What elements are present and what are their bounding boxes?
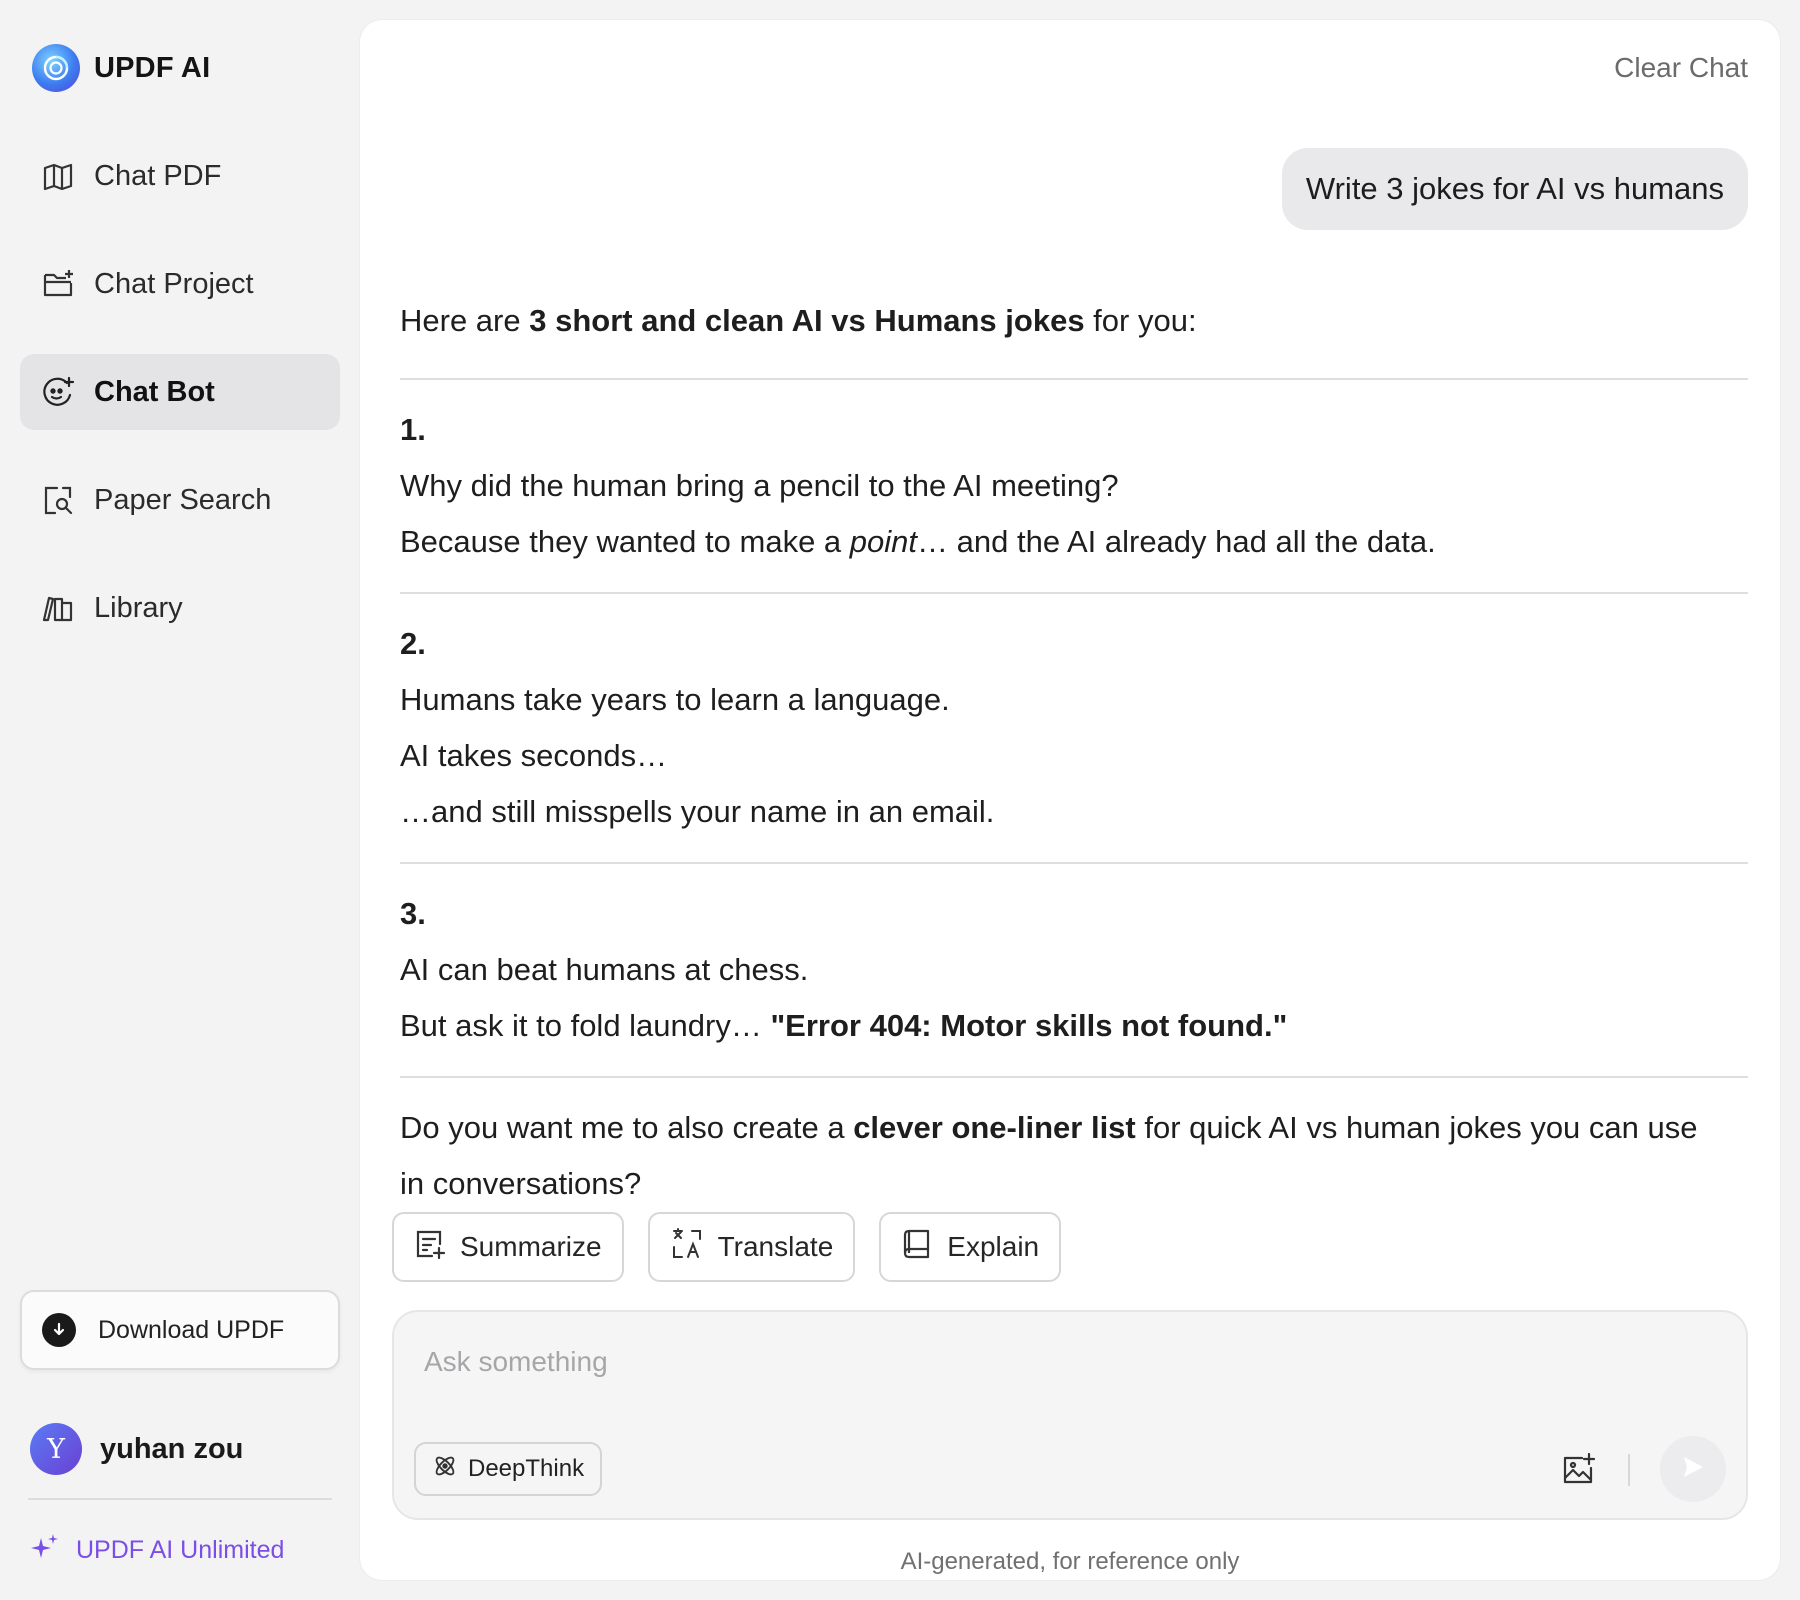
bot-icon [40, 374, 76, 410]
sidebar-item-label: Chat PDF [94, 159, 222, 192]
sidebar-item-label: Library [94, 591, 183, 624]
clear-chat-button[interactable]: Clear Chat [1614, 52, 1748, 84]
user-name: yuhan zou [100, 1432, 244, 1465]
sidebar-item-chat-pdf[interactable]: Chat PDF [20, 138, 340, 214]
joke-number: 1. [400, 412, 426, 447]
sidebar-item-label: Paper Search [94, 483, 272, 516]
summarize-button[interactable]: Summarize [392, 1212, 624, 1282]
joke-number: 2. [400, 626, 426, 661]
sidebar-divider [28, 1498, 332, 1500]
sidebar-item-chat-project[interactable]: Chat Project [20, 246, 340, 322]
download-updf-button[interactable]: Download UPDF [20, 1290, 340, 1370]
joke-2: 2. Humans take years to learn a language… [400, 616, 1748, 840]
ai-answer: Here are 3 short and clean AI vs Humans … [400, 300, 1748, 1212]
deepthink-label: DeepThink [468, 1455, 585, 1482]
ask-input[interactable] [424, 1342, 1624, 1382]
joke-line: Why did the human bring a pencil to the … [400, 468, 1119, 503]
upgrade-unlimited-link[interactable]: UPDF AI Unlimited [30, 1532, 284, 1569]
answer-divider [400, 592, 1748, 594]
user-message-bubble: Write 3 jokes for AI vs humans [1281, 148, 1748, 230]
sparkle-icon [30, 1532, 60, 1569]
user-message-text: Write 3 jokes for AI vs humans [1305, 171, 1724, 206]
avatar: Y [30, 1423, 82, 1475]
translate-label: Translate [717, 1231, 834, 1262]
explain-book-icon [901, 1228, 933, 1267]
answer-divider [400, 378, 1748, 380]
quick-actions: Summarize Translate Explain [392, 1212, 1062, 1282]
document-search-icon [40, 482, 76, 518]
composer: DeepThink [392, 1310, 1748, 1520]
image-upload-icon[interactable] [1558, 1450, 1598, 1490]
download-label: Download UPDF [98, 1315, 285, 1344]
updf-ai-logo-icon [32, 44, 80, 92]
joke-line: AI takes seconds… [400, 738, 668, 773]
send-button[interactable] [1660, 1436, 1726, 1502]
explain-button[interactable]: Explain [879, 1212, 1062, 1282]
joke-1: 1. Why did the human bring a pencil to t… [400, 402, 1748, 570]
library-icon [40, 590, 76, 626]
download-icon [42, 1313, 76, 1347]
joke-line: Because they wanted to make a point… and… [400, 524, 1436, 559]
send-icon [1679, 1453, 1707, 1486]
chat-panel: Clear Chat Write 3 jokes for AI vs human… [360, 20, 1780, 1580]
translate-button[interactable]: Translate [647, 1212, 856, 1282]
joke-line: Humans take years to learn a language. [400, 682, 950, 717]
joke-number: 3. [400, 896, 426, 931]
answer-outro: Do you want me to also create a clever o… [400, 1110, 1698, 1145]
deepthink-toggle[interactable]: DeepThink [414, 1442, 603, 1496]
answer-divider [400, 1076, 1748, 1078]
atom-icon [432, 1453, 458, 1486]
joke-line: AI can beat humans at chess. [400, 952, 809, 987]
sidebar-nav: Chat PDF Chat Project Chat Bot Paper Sea… [20, 138, 340, 678]
sidebar-item-library[interactable]: Library [20, 570, 340, 646]
translate-icon [670, 1227, 704, 1268]
composer-divider [1628, 1454, 1630, 1486]
answer-divider [400, 862, 1748, 864]
book-icon [40, 158, 76, 194]
summarize-icon [414, 1228, 446, 1267]
sidebar: UPDF AI Chat PDF Chat Project Chat Bot P… [0, 0, 356, 1600]
folder-plus-icon [40, 266, 76, 302]
user-profile[interactable]: Y yuhan zou [30, 1423, 243, 1475]
sidebar-item-label: Chat Bot [94, 375, 215, 408]
joke-3: 3. AI can beat humans at chess. But ask … [400, 886, 1748, 1054]
summarize-label: Summarize [460, 1231, 602, 1262]
sidebar-item-chat-bot[interactable]: Chat Bot [20, 354, 340, 430]
disclaimer-text: AI-generated, for reference only [900, 1548, 1240, 1575]
joke-line: But ask it to fold laundry… "Error 404: … [400, 1008, 1288, 1043]
sidebar-item-paper-search[interactable]: Paper Search [20, 462, 340, 538]
brand-logo[interactable]: UPDF AI [32, 44, 210, 92]
joke-line: …and still misspells your name in an ema… [400, 794, 995, 829]
sidebar-item-label: Chat Project [94, 267, 254, 300]
explain-label: Explain [947, 1231, 1040, 1262]
answer-intro: Here are 3 short and clean AI vs Humans … [400, 303, 1197, 338]
unlimited-label: UPDF AI Unlimited [76, 1536, 285, 1564]
brand-name: UPDF AI [94, 51, 211, 84]
answer-outro: in conversations? [400, 1166, 642, 1201]
